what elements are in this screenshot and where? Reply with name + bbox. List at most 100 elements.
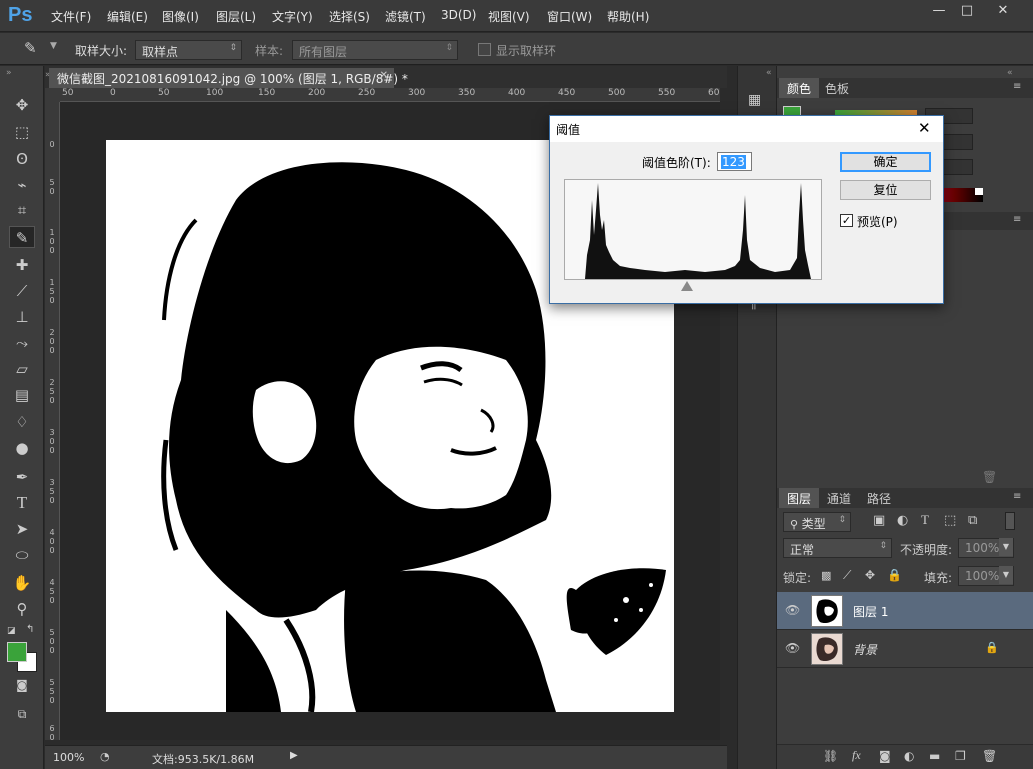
healing-brush-tool-icon[interactable]: ✚ xyxy=(9,254,35,276)
chevron-down-icon[interactable]: ▼ xyxy=(999,566,1013,584)
ruler-origin[interactable] xyxy=(45,88,60,102)
chevron-down-icon[interactable]: ▼ xyxy=(999,538,1013,556)
eyedropper-icon[interactable]: ✎ xyxy=(24,39,37,57)
marquee-tool-icon[interactable]: ⬚ xyxy=(9,121,35,143)
reset-button[interactable]: 复位 xyxy=(840,180,931,200)
filter-type-icon[interactable]: T xyxy=(921,512,929,528)
panel-menu-icon[interactable]: ≡ xyxy=(1013,81,1021,92)
trash-icon[interactable]: 🗑 xyxy=(982,470,997,484)
menu-3d[interactable]: 3D(D) xyxy=(441,8,476,22)
dodge-tool-icon[interactable]: ● xyxy=(9,437,35,459)
screen-mode-icon[interactable]: ⧉ xyxy=(9,703,35,725)
swap-colors-icon[interactable]: ↰ xyxy=(26,624,34,635)
type-tool-icon[interactable]: T xyxy=(9,492,35,514)
menu-help[interactable]: 帮助(H) xyxy=(607,8,649,25)
fill-field[interactable]: 100% ▼ xyxy=(958,566,1014,586)
lock-image-icon[interactable]: ⟋ xyxy=(843,568,851,583)
lock-all-icon[interactable]: 🔒 xyxy=(887,568,902,582)
menu-type[interactable]: 文字(Y) xyxy=(272,8,313,25)
menu-select[interactable]: 选择(S) xyxy=(329,8,370,25)
collapse-panel-icon[interactable]: « xyxy=(1007,68,1013,78)
move-tool-icon[interactable]: ✥ xyxy=(9,94,35,116)
menu-image[interactable]: 图像(I) xyxy=(162,8,199,25)
minimize-button[interactable]: — xyxy=(925,2,953,20)
document-tab[interactable]: 微信截图_20210816091042.jpg @ 100% (图层 1, RG… xyxy=(49,68,408,88)
threshold-slider-handle[interactable] xyxy=(681,281,693,291)
foreground-color-swatch[interactable] xyxy=(7,642,27,662)
menu-filter[interactable]: 滤镜(T) xyxy=(385,8,426,25)
close-window-button[interactable]: ✕ xyxy=(989,2,1017,20)
sample-select[interactable]: 所有图层 ⇕ xyxy=(292,40,458,60)
opacity-field[interactable]: 100% ▼ xyxy=(958,538,1014,558)
filter-toggle-switch[interactable] xyxy=(1005,512,1015,530)
new-layer-icon[interactable]: ❐ xyxy=(955,749,966,763)
tab-channels[interactable]: 通道 xyxy=(819,488,859,508)
collapse-toolbox-icon[interactable]: » xyxy=(6,68,12,78)
menu-view[interactable]: 视图(V) xyxy=(488,8,530,25)
crop-tool-icon[interactable]: ⌗ xyxy=(9,199,35,221)
layer-filter-select[interactable]: ⚲ 类型 ⇕ xyxy=(783,512,851,532)
menu-layer[interactable]: 图层(L) xyxy=(216,8,256,25)
delete-layer-icon[interactable]: 🗑 xyxy=(982,749,997,763)
hand-tool-icon[interactable]: ✋ xyxy=(9,572,35,594)
blend-mode-select[interactable]: 正常 ⇕ xyxy=(783,538,892,558)
default-colors-icon[interactable]: ◪ xyxy=(7,626,16,636)
visibility-eye-icon[interactable]: 👁 xyxy=(785,603,801,619)
collapse-dock-icon[interactable]: « xyxy=(766,68,772,78)
close-dialog-button[interactable]: ✕ xyxy=(918,119,931,137)
add-mask-icon[interactable]: ◙ xyxy=(879,749,891,763)
adjustment-layer-icon[interactable]: ◐ xyxy=(904,749,914,763)
blur-tool-icon[interactable]: ♢ xyxy=(9,411,35,433)
layer-style-icon[interactable]: fx xyxy=(852,748,861,763)
layer-name[interactable]: 背景 xyxy=(853,641,877,658)
show-ring-checkbox[interactable] xyxy=(478,43,491,56)
quick-select-tool-icon[interactable]: ⌁ xyxy=(9,174,35,196)
pen-tool-icon[interactable]: ✒ xyxy=(9,466,35,488)
status-info-icon[interactable]: ◔ xyxy=(100,750,110,763)
layer-name[interactable]: 图层 1 xyxy=(853,603,888,620)
sample-size-select[interactable]: 取样点 ⇕ xyxy=(135,40,242,60)
ok-button[interactable]: 确定 xyxy=(840,152,931,172)
filter-smartobject-icon[interactable]: ⧉ xyxy=(968,513,977,528)
lock-position-icon[interactable]: ✥ xyxy=(865,568,875,582)
layer-row[interactable]: 👁 背景 🔒 xyxy=(777,630,1033,668)
spectrum-white-swatch[interactable] xyxy=(975,188,983,195)
restore-button[interactable]: □ xyxy=(953,2,981,20)
tab-paths[interactable]: 路径 xyxy=(859,488,899,508)
tool-preset-dropdown-icon[interactable]: ▼ xyxy=(50,41,57,51)
threshold-level-input[interactable]: 123 xyxy=(717,152,752,171)
lasso-tool-icon[interactable]: ʘ xyxy=(9,148,35,170)
panel-menu-icon[interactable]: ≡ xyxy=(1013,214,1021,225)
quick-mask-icon[interactable]: ◙ xyxy=(9,674,35,696)
history-panel-icon[interactable]: ▦ xyxy=(748,92,761,108)
lock-transparent-icon[interactable]: ▩ xyxy=(821,569,831,582)
brush-tool-icon[interactable]: ⟋ xyxy=(9,280,35,302)
panel-menu-icon[interactable]: ≡ xyxy=(1013,491,1021,502)
path-select-tool-icon[interactable]: ➤ xyxy=(9,518,35,540)
ellipse-tool-icon[interactable]: ⬭ xyxy=(9,544,35,566)
link-layers-icon[interactable]: ⛓ xyxy=(823,749,838,763)
gradient-tool-icon[interactable]: ▤ xyxy=(9,384,35,406)
layer-row[interactable]: 👁 图层 1 xyxy=(777,592,1033,630)
clone-stamp-tool-icon[interactable]: ⊥ xyxy=(9,306,35,328)
menu-edit[interactable]: 编辑(E) xyxy=(107,8,148,25)
history-brush-tool-icon[interactable]: ⤳ xyxy=(9,332,35,354)
new-group-icon[interactable]: ▬ xyxy=(929,749,940,763)
preview-checkbox[interactable]: ✓ xyxy=(840,214,853,227)
filter-adjustment-icon[interactable]: ◐ xyxy=(897,513,908,528)
tab-color[interactable]: 颜色 xyxy=(779,78,820,98)
eyedropper-tool-icon[interactable]: ✎ xyxy=(9,226,35,248)
visibility-eye-icon[interactable]: 👁 xyxy=(785,641,801,657)
eraser-tool-icon[interactable]: ▱ xyxy=(9,358,35,380)
menu-window[interactable]: 窗口(W) xyxy=(547,8,592,25)
status-menu-arrow-icon[interactable]: ▶ xyxy=(290,750,298,761)
tab-swatches[interactable]: 色板 xyxy=(817,78,857,98)
dialog-titlebar[interactable]: 阈值 ✕ xyxy=(550,116,943,142)
tab-layers[interactable]: 图层 xyxy=(779,488,820,508)
zoom-level[interactable]: 100% xyxy=(53,751,84,764)
menu-file[interactable]: 文件(F) xyxy=(51,8,91,25)
zoom-tool-icon[interactable]: ⚲ xyxy=(9,598,35,620)
filter-shape-icon[interactable]: ⬚ xyxy=(944,513,956,528)
filter-pixel-icon[interactable]: ▣ xyxy=(873,513,885,528)
close-tab-icon[interactable]: ✕ xyxy=(380,70,388,81)
